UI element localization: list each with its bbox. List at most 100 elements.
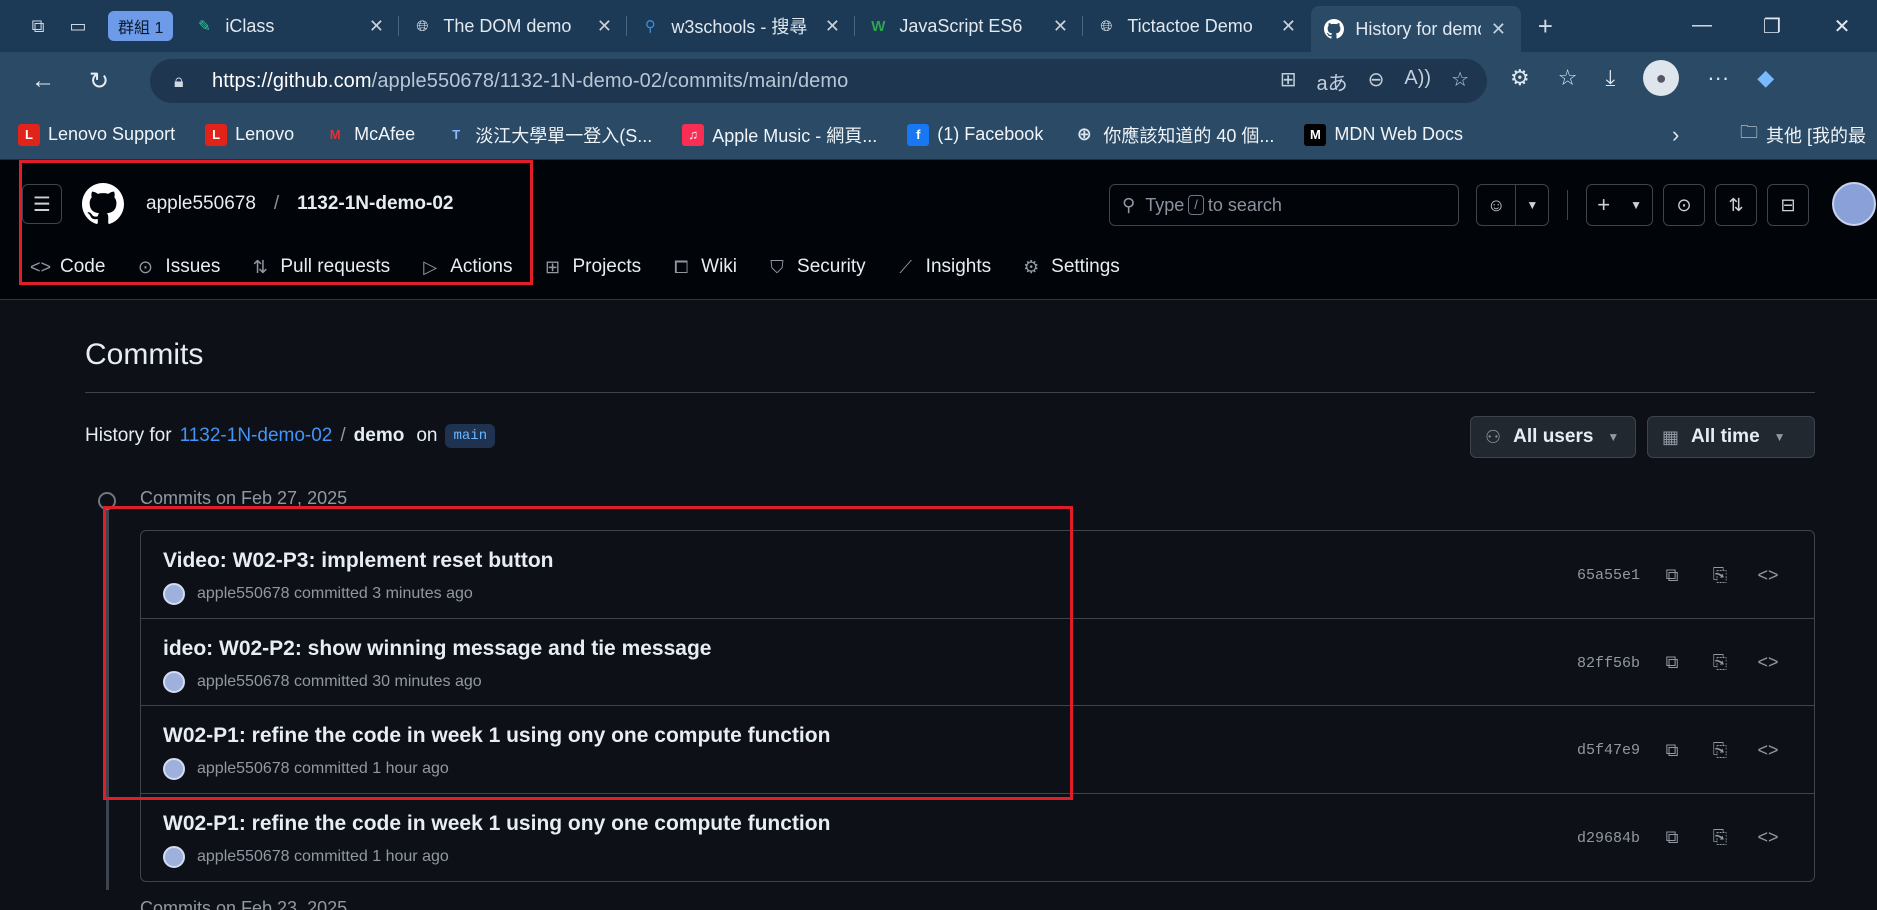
commit-message-link[interactable]: W02-P1: refine the code in week 1 using … bbox=[163, 812, 830, 836]
chevron-down-icon[interactable]: ▼ bbox=[1620, 185, 1652, 225]
github-logo-icon[interactable] bbox=[82, 183, 124, 225]
tab-w3schools[interactable]: ⚲ w3schools - 搜尋 ✕ bbox=[627, 6, 856, 46]
tab-iclass[interactable]: ✎ iClass ✕ bbox=[181, 6, 400, 46]
copy-icon[interactable]: ⧉ bbox=[1657, 736, 1687, 764]
copy-icon[interactable]: ⧉ bbox=[1657, 561, 1687, 589]
tab-actions-icon[interactable]: ▭ bbox=[58, 8, 98, 44]
commit-sha-link[interactable]: d5f47e9 bbox=[1577, 742, 1640, 759]
file-diff-icon[interactable]: ⎘ bbox=[1705, 824, 1735, 852]
author-link[interactable]: apple550678 bbox=[197, 673, 290, 691]
repo-link[interactable]: 1132-1N-demo-02 bbox=[297, 193, 453, 215]
translate-icon[interactable]: aあ bbox=[1317, 67, 1348, 96]
favorite-star-icon[interactable]: ☆ bbox=[1451, 67, 1469, 96]
owner-link[interactable]: apple550678 bbox=[146, 193, 256, 215]
file-diff-icon[interactable]: ⎘ bbox=[1705, 736, 1735, 764]
minimize-icon[interactable]: — bbox=[1667, 14, 1737, 39]
author-avatar[interactable] bbox=[163, 845, 185, 868]
tab-dom-demo[interactable]: 🌐︎ The DOM demo ✕ bbox=[399, 6, 628, 46]
repo-nav-projects[interactable]: ⊞ Projects bbox=[543, 256, 641, 278]
commit-message-link[interactable]: ideo: W02-P2: show winning message and t… bbox=[163, 637, 711, 661]
chevron-down-icon[interactable]: ▼ bbox=[1515, 185, 1548, 225]
chevron-right-icon[interactable]: › bbox=[1672, 122, 1679, 148]
zoom-out-icon[interactable]: ⊖ bbox=[1368, 67, 1385, 96]
tab-history-for-demo[interactable]: History for demo ✕ bbox=[1311, 6, 1522, 52]
bookmark-lenovo-support[interactable]: L Lenovo Support bbox=[18, 123, 175, 146]
author-avatar[interactable] bbox=[163, 670, 185, 693]
file-diff-icon[interactable]: ⎘ bbox=[1705, 649, 1735, 677]
close-icon[interactable]: ✕ bbox=[1049, 16, 1071, 37]
pull-requests-button[interactable]: ⇅ bbox=[1715, 184, 1758, 226]
profile-avatar[interactable]: ● bbox=[1643, 60, 1680, 96]
restore-icon[interactable]: ❐ bbox=[1737, 14, 1807, 39]
repo-nav-issues[interactable]: ⊙ Issues bbox=[135, 256, 220, 278]
bookmark-lenovo[interactable]: L Lenovo bbox=[205, 123, 294, 146]
close-icon[interactable]: ✕ bbox=[1277, 16, 1299, 37]
all-users-filter[interactable]: ⚇ All users ▼ bbox=[1470, 416, 1636, 458]
favorites-icon[interactable]: ☆ bbox=[1558, 65, 1578, 91]
browse-code-icon[interactable]: <> bbox=[1753, 824, 1783, 852]
downloads-icon[interactable]: ⤓ bbox=[1605, 65, 1615, 91]
commit-sha-link[interactable]: 82ff56b bbox=[1577, 655, 1640, 672]
commit-verb: committed bbox=[294, 847, 368, 865]
bookmark-tku-sso[interactable]: T 淡江大學單一登入(S... bbox=[445, 122, 652, 148]
more-menu-icon[interactable]: ··· bbox=[1707, 65, 1729, 91]
tab-tictactoe[interactable]: 🌐︎ Tictactoe Demo ✕ bbox=[1083, 6, 1311, 46]
author-avatar[interactable] bbox=[163, 583, 185, 605]
url-field[interactable]: 🔒︎ https://github.com/apple550678/1132-1… bbox=[150, 59, 1487, 103]
author-link[interactable]: apple550678 bbox=[197, 760, 290, 778]
hamburger-menu-icon[interactable]: ☰ bbox=[22, 184, 62, 224]
author-avatar[interactable] bbox=[163, 758, 185, 780]
history-repo-link[interactable]: 1132-1N-demo-02 bbox=[180, 425, 333, 447]
browse-code-icon[interactable]: <> bbox=[1753, 561, 1783, 589]
bookmark-facebook[interactable]: f (1) Facebook bbox=[907, 123, 1043, 146]
apps-icon[interactable]: ⊞ bbox=[1280, 67, 1297, 96]
repo-nav-code[interactable]: <> Code bbox=[30, 256, 105, 278]
create-new-button[interactable]: + ▼ bbox=[1586, 184, 1654, 226]
author-link[interactable]: apple550678 bbox=[197, 585, 290, 603]
bookmark-mdn[interactable]: M MDN Web Docs bbox=[1304, 123, 1463, 146]
close-icon[interactable]: ✕ bbox=[1487, 19, 1509, 40]
issues-button[interactable]: ⊙ bbox=[1663, 184, 1706, 226]
repo-nav-actions[interactable]: ▷ Actions bbox=[420, 256, 512, 278]
bookmark-40-things[interactable]: ⊕ 你應該知道的 40 個... bbox=[1073, 122, 1275, 148]
browse-code-icon[interactable]: <> bbox=[1753, 736, 1783, 764]
refresh-icon[interactable]: ↻ bbox=[74, 61, 124, 101]
repo-nav-insights[interactable]: ⟋ Insights bbox=[896, 256, 991, 278]
workspaces-icon[interactable]: ⧉ bbox=[18, 8, 58, 44]
tab-javascript-es6[interactable]: W JavaScript ES6 ✕ bbox=[855, 6, 1084, 46]
bookmark-mcafee[interactable]: M McAfee bbox=[324, 124, 415, 146]
repo-nav-settings[interactable]: ⚙ Settings bbox=[1021, 256, 1120, 278]
close-icon[interactable]: ✕ bbox=[365, 16, 387, 37]
author-link[interactable]: apple550678 bbox=[197, 848, 290, 866]
file-diff-icon[interactable]: ⎘ bbox=[1705, 561, 1735, 589]
window-close-icon[interactable]: ✕ bbox=[1807, 14, 1877, 39]
nav-label: Settings bbox=[1051, 256, 1120, 277]
back-icon[interactable]: ← bbox=[18, 61, 68, 101]
repo-nav-wiki[interactable]: ⧠ Wiki bbox=[671, 256, 737, 278]
tab-group-chip[interactable]: 群組 1 bbox=[108, 11, 174, 41]
bookmark-apple-music[interactable]: ♫ Apple Music - 網頁... bbox=[682, 122, 877, 148]
copilot-icon[interactable]: ◆ bbox=[1757, 65, 1774, 91]
extensions-icon[interactable]: ⚙ bbox=[1510, 65, 1530, 91]
commit-message-link[interactable]: Video: W02-P3: implement reset button bbox=[163, 549, 554, 573]
copilot-button[interactable]: ☺ ▼ bbox=[1476, 184, 1550, 226]
repo-nav-security[interactable]: ⛉ Security bbox=[767, 256, 865, 278]
commit-message-link[interactable]: W02-P1: refine the code in week 1 using … bbox=[163, 724, 830, 748]
branch-badge[interactable]: main bbox=[445, 424, 496, 448]
bookmark-folder-other[interactable]: 🗀 其他 [我的最 bbox=[1740, 120, 1866, 150]
close-icon[interactable]: ✕ bbox=[821, 16, 843, 37]
bookmark-label: 你應該知道的 40 個... bbox=[1103, 125, 1275, 146]
browse-code-icon[interactable]: <> bbox=[1753, 649, 1783, 677]
repo-nav-pull-requests[interactable]: ⇅ Pull requests bbox=[250, 256, 390, 278]
copy-icon[interactable]: ⧉ bbox=[1657, 824, 1687, 852]
commit-sha-link[interactable]: d29684b bbox=[1577, 830, 1640, 847]
commit-sha-link[interactable]: 65a55e1 bbox=[1577, 567, 1640, 584]
copy-icon[interactable]: ⧉ bbox=[1657, 649, 1687, 677]
new-tab-icon[interactable]: + bbox=[1525, 8, 1565, 44]
user-avatar[interactable] bbox=[1832, 182, 1876, 226]
inbox-button[interactable]: ⊟ bbox=[1767, 184, 1810, 226]
all-time-filter[interactable]: ▦ All time ▼ bbox=[1647, 416, 1815, 458]
close-icon[interactable]: ✕ bbox=[593, 16, 615, 37]
read-aloud-icon[interactable]: A)) bbox=[1404, 67, 1431, 96]
search-input[interactable]: ⚲ Type / to search bbox=[1109, 184, 1459, 226]
